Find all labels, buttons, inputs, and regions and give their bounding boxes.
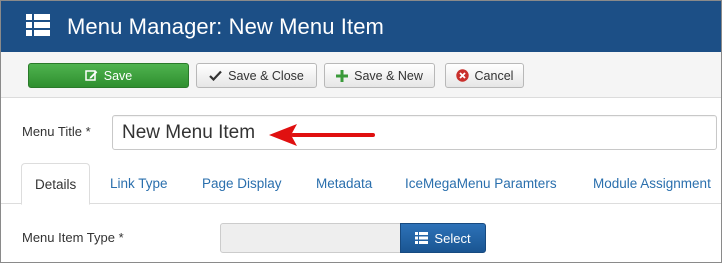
menu-title-input[interactable]: New Menu Item xyxy=(112,115,717,150)
tab-bar: Details Link Type Page Display Metadata … xyxy=(1,163,721,205)
tab-icemegamenu-parameters[interactable]: IceMegaMenu Paramters xyxy=(405,163,557,204)
tab-metadata[interactable]: Metadata xyxy=(316,163,372,204)
tab-module-assignment[interactable]: Module Assignment xyxy=(593,163,711,204)
save-button[interactable]: Save xyxy=(28,63,189,88)
toolbar: Save Save & Close Save & New Cancel xyxy=(1,52,721,98)
window-frame: Menu Manager: New Menu Item Save Save & … xyxy=(0,0,722,263)
list-icon xyxy=(26,14,50,36)
save-and-close-button[interactable]: Save & Close xyxy=(196,63,317,88)
cancel-icon xyxy=(455,69,469,82)
select-button-label: Select xyxy=(434,230,471,246)
menu-title-label: Menu Title * xyxy=(22,124,91,139)
annotation-arrow-icon xyxy=(269,124,375,146)
cancel-button-label: Cancel xyxy=(474,68,514,83)
edit-icon xyxy=(85,69,98,82)
list-icon xyxy=(415,232,429,244)
menu-title-value: New Menu Item xyxy=(122,121,256,143)
tab-details[interactable]: Details xyxy=(21,163,91,205)
save-and-new-label: Save & New xyxy=(354,68,423,83)
save-button-label: Save xyxy=(103,68,133,83)
select-button[interactable]: Select xyxy=(400,223,486,253)
page-title: Menu Manager: New Menu Item xyxy=(67,14,384,39)
plus-icon xyxy=(336,69,349,82)
menu-item-type-label: Menu Item Type * xyxy=(22,230,124,245)
check-icon xyxy=(209,70,222,81)
page-header: Menu Manager: New Menu Item xyxy=(1,1,721,52)
menu-item-type-field xyxy=(220,223,401,253)
tab-link-type[interactable]: Link Type xyxy=(110,163,168,204)
tab-page-display[interactable]: Page Display xyxy=(202,163,282,204)
save-and-close-label: Save & Close xyxy=(228,68,304,83)
cancel-button[interactable]: Cancel xyxy=(445,63,524,88)
save-and-new-button[interactable]: Save & New xyxy=(324,63,435,88)
